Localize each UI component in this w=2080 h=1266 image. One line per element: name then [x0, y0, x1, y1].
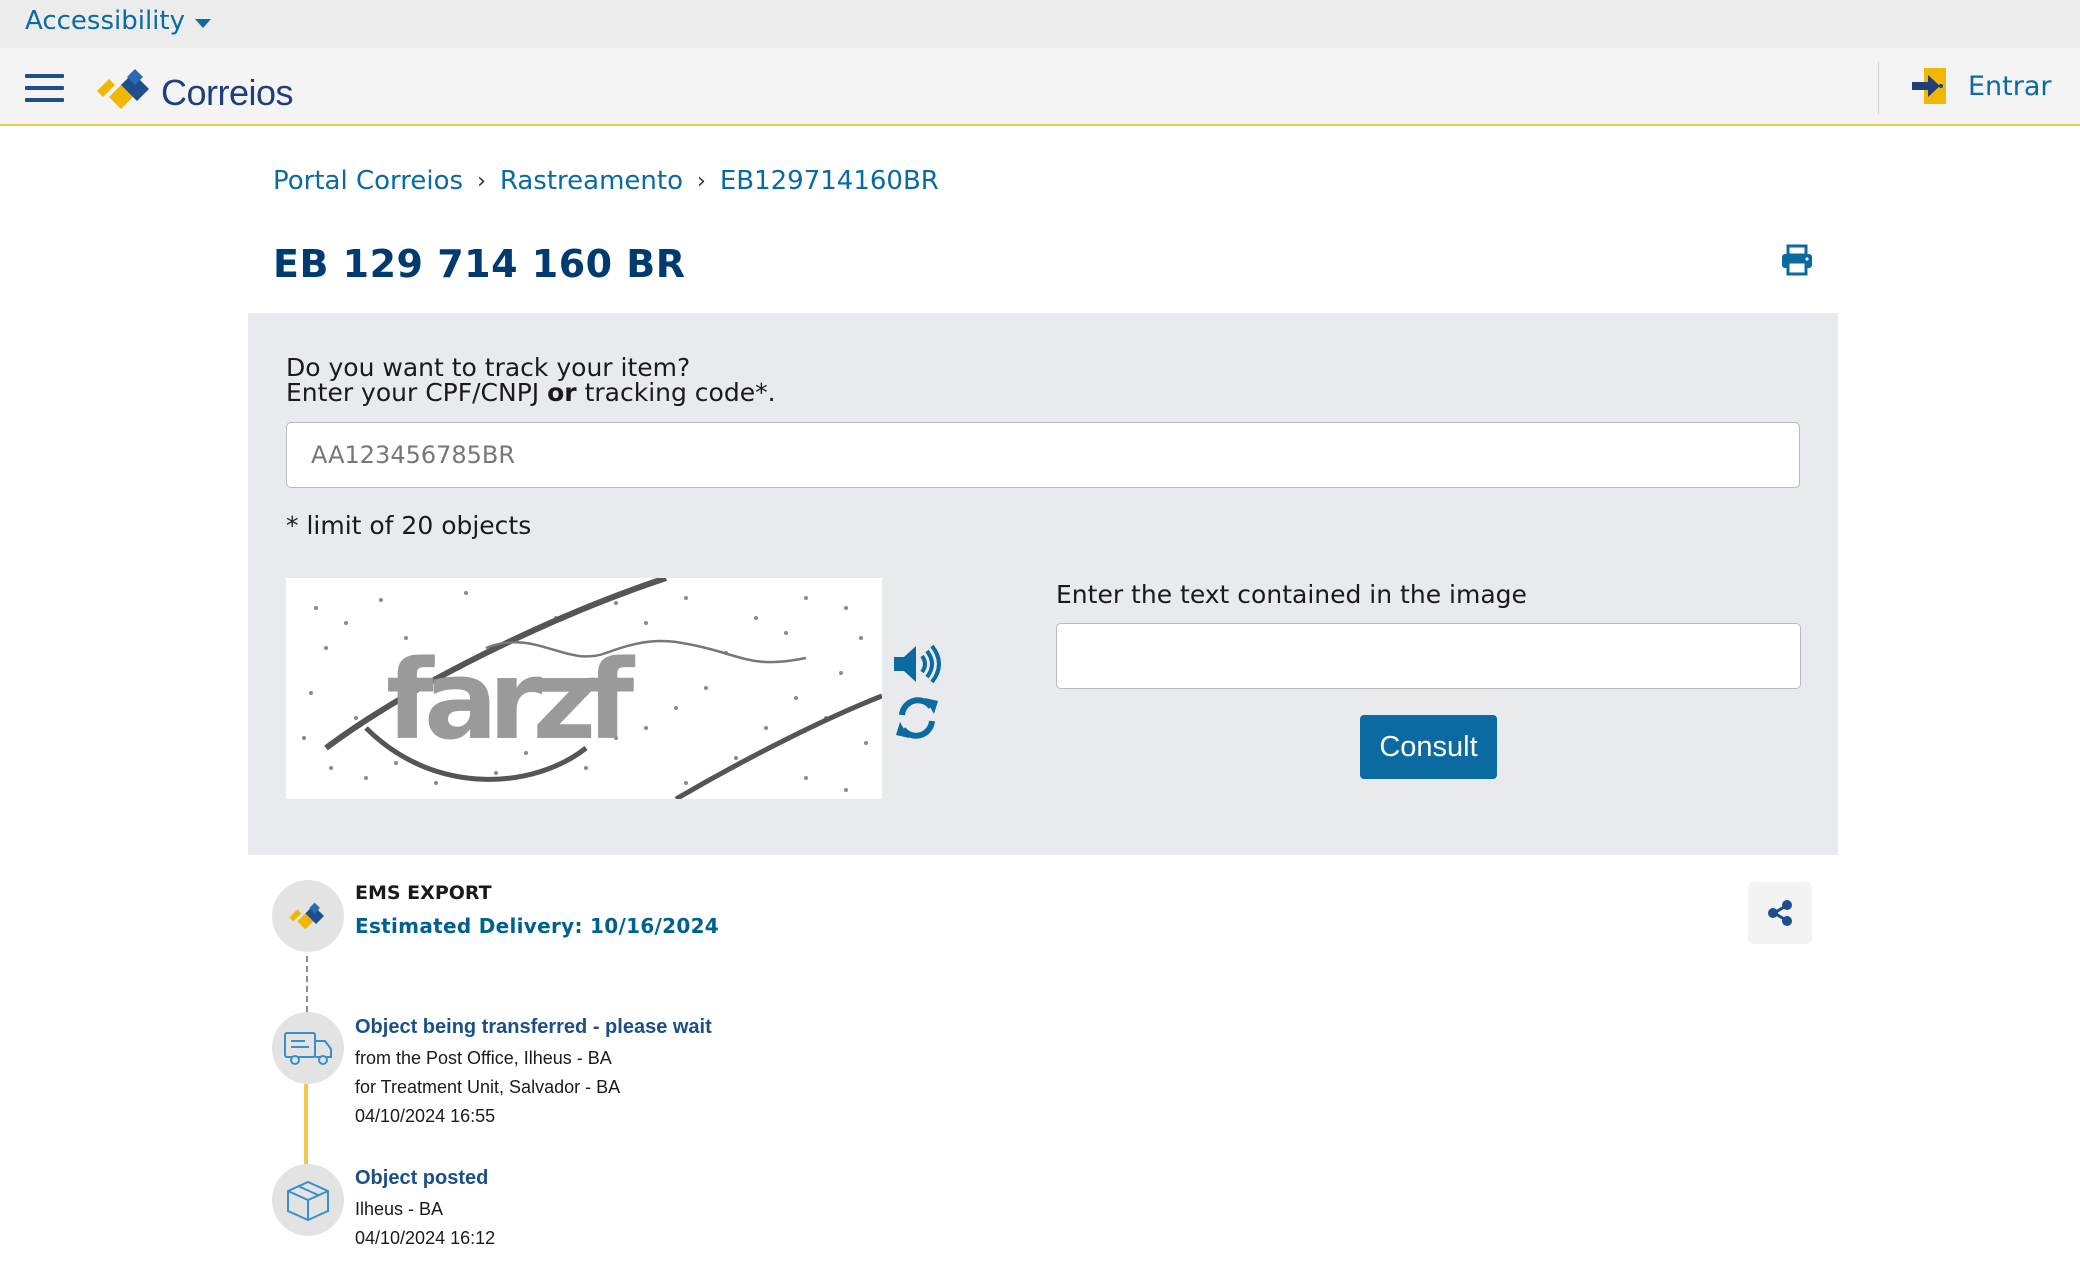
login-label: Entrar	[1968, 70, 2052, 102]
captcha-text: farzf	[386, 636, 635, 764]
logo-text: Correios	[161, 72, 294, 113]
correios-logo[interactable]: Correios	[95, 64, 294, 114]
chevron-right-icon: ›	[477, 168, 486, 194]
captcha-label: Enter the text contained in the image	[1056, 580, 1527, 609]
track-form-panel: Do you want to track your item? Enter yo…	[248, 313, 1838, 855]
timeline-connector-dashed	[306, 956, 308, 1012]
event-title: Object posted	[355, 1167, 489, 1189]
tracking-code-input[interactable]	[286, 422, 1800, 488]
login-button[interactable]: Entrar	[1910, 66, 2052, 106]
event-timestamp: 04/10/2024 16:55	[355, 1106, 496, 1126]
menu-icon[interactable]	[25, 74, 64, 102]
timeline-connector	[304, 1084, 308, 1164]
accessibility-label: Accessibility	[25, 6, 185, 36]
logo-mark-icon	[289, 902, 324, 930]
event-location: Ilheus - BA	[355, 1199, 444, 1219]
print-icon[interactable]	[1780, 244, 1814, 280]
refresh-captcha-icon[interactable]	[894, 695, 940, 745]
share-icon	[1768, 900, 1792, 926]
limit-note: * limit of 20 objects	[286, 511, 532, 540]
accessibility-menu[interactable]: Accessibility	[25, 6, 211, 36]
truck-icon	[284, 1032, 332, 1065]
service-logo-circle	[272, 880, 344, 952]
event-icon-circle	[272, 1012, 344, 1084]
event-title: Object being transferred - please wait	[355, 1016, 712, 1038]
track-question: Do you want to track your item?	[286, 353, 691, 382]
caret-down-icon	[195, 18, 211, 28]
event-destination: for Treatment Unit, Salvador - BA	[355, 1077, 621, 1097]
breadcrumb: Portal Correios › Rastreamento › EB12971…	[273, 166, 939, 196]
page-title: EB 129 714 160 BR	[273, 242, 686, 286]
track-instructions: Enter your CPF/CNPJ or tracking code*.	[286, 378, 776, 407]
breadcrumb-rastreamento[interactable]: Rastreamento	[500, 166, 683, 196]
audio-captcha-icon[interactable]	[892, 643, 944, 689]
site-header: Correios Entrar	[0, 48, 2080, 126]
chevron-right-icon: ›	[697, 168, 706, 194]
event-icon-circle	[272, 1164, 344, 1236]
share-button[interactable]	[1748, 882, 1812, 944]
breadcrumb-portal[interactable]: Portal Correios	[273, 166, 463, 196]
package-icon	[287, 1180, 329, 1221]
login-icon	[1912, 68, 1946, 104]
event-origin: from the Post Office, Ilheus - BA	[355, 1048, 612, 1068]
header-divider	[1878, 62, 1879, 114]
breadcrumb-tracking-code[interactable]: EB129714160BR	[720, 166, 939, 196]
event-timestamp: 04/10/2024 16:12	[355, 1228, 496, 1248]
estimated-delivery: Estimated Delivery: 10/16/2024	[355, 914, 719, 938]
captcha-input[interactable]	[1056, 623, 1801, 689]
logo-mark-icon	[97, 69, 149, 109]
captcha-image: farzf	[286, 575, 883, 802]
service-name: EMS EXPORT	[355, 882, 492, 904]
consult-button[interactable]: Consult	[1360, 715, 1497, 779]
accessibility-bar: Accessibility	[0, 0, 2080, 48]
